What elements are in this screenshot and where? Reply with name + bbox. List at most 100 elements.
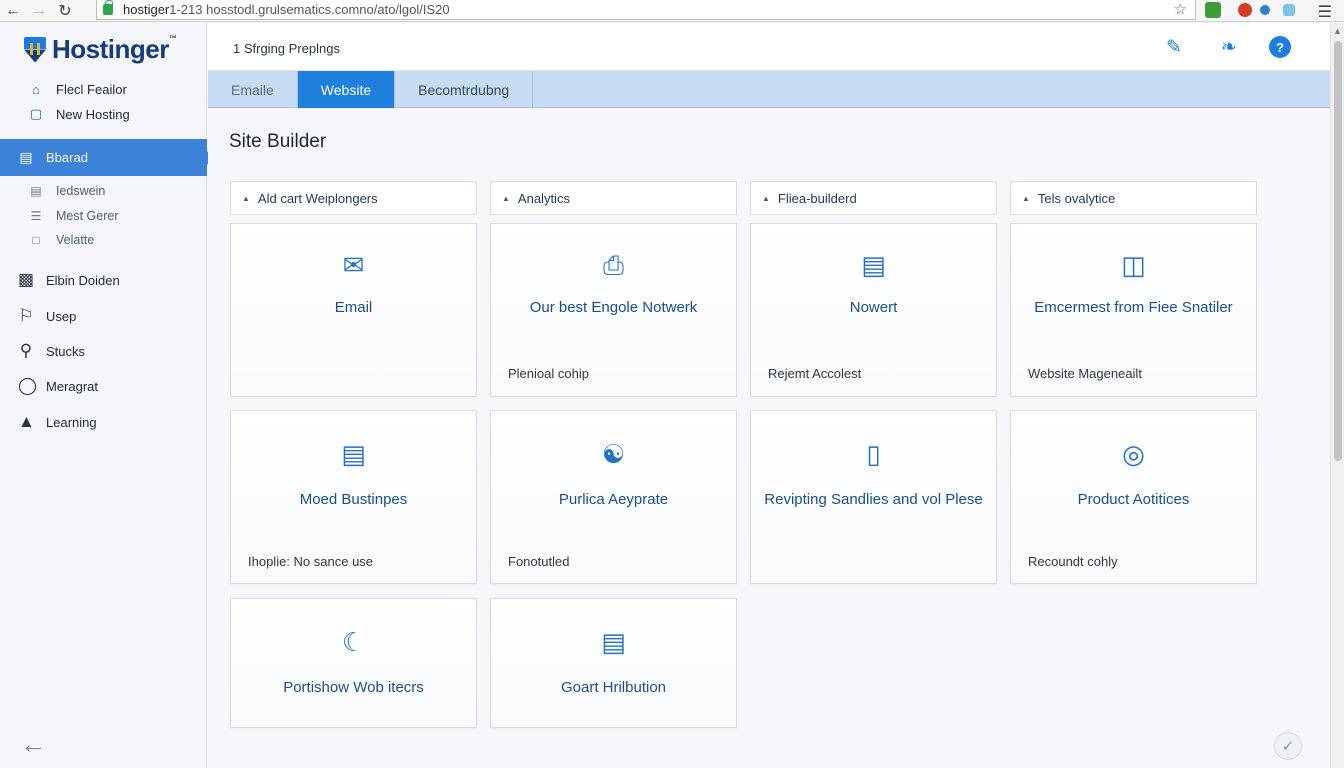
card-title: Moed Bustinpes [299,491,408,508]
sidebar-subitem-iedswein[interactable]: ▤ Iedswein [0,182,207,200]
sidebar-item-label: Flecl Feailor [56,81,127,97]
filter-dropdown[interactable]: ▲ Analytics [490,181,737,215]
globe-icon: ☾ [341,627,366,657]
card-email[interactable]: ✉ Email [230,223,477,397]
sidebar-item-usep[interactable]: ⚐ Usep [0,305,207,327]
sidebar-item-bbarad[interactable]: ▤ Bbarad [0,139,214,176]
card-title: Email [334,299,373,316]
top-header: 1 Sfrging Preplngs ✎ ❧ ? [208,23,1330,71]
card-title: Portishow Wob itecrs [283,679,424,696]
logo-text: Hostinger™ [52,34,177,64]
search-icon: ⚲ [19,341,33,360]
back-arrow-icon[interactable]: ← [0,0,26,22]
sidebar-item-meragrat[interactable]: ◯ Meragrat [0,375,207,397]
sidebar-item-label: Mest Gerer [56,209,119,223]
card-goart-hrilbution[interactable]: ▤ Goart Hrilbution [490,598,737,728]
card-product-aotitices[interactable]: ◎ Product Aotitices Recoundt cohly [1010,410,1257,584]
target-icon: ◎ [1122,439,1145,469]
list-doc-icon: ▤ [601,627,626,657]
card-nowert[interactable]: ▤ Nowert Rejemt Accolest [750,223,997,397]
flag-icon: ⚐ [18,306,34,325]
sidebar-item-label: Elbin Doiden [46,272,120,288]
extension-icon[interactable] [1205,2,1221,18]
filter-label: Tels ovalytice [1037,190,1116,206]
caret-icon: ▲ [502,193,510,203]
check-icon[interactable]: ✓ [1274,732,1302,760]
card-footer: Rejemt Accolest [768,366,862,381]
sidebar-item-label: Stucks [46,343,86,359]
dashboard-icon: ▤ [19,149,33,165]
sidebar-item-stucks[interactable]: ⚲ Stucks [0,340,207,362]
profile-icon[interactable] [1260,5,1270,15]
scroll-up-icon[interactable]: ▲ [1333,26,1342,36]
sidebar-item-label: Learning [46,414,97,430]
puzzle-icon[interactable] [1283,4,1295,16]
card-icon: ▤ [341,439,366,469]
forward-arrow-icon[interactable]: → [26,0,52,22]
caret-icon: ▲ [242,193,250,203]
twitter-icon[interactable]: ❧ [1218,36,1240,58]
tab-emaile[interactable]: Emaile [208,71,298,108]
card-emcermest[interactable]: ◫ Emcermest from Fiee Snatiler Website M… [1010,223,1257,397]
card-moed-bustinpes[interactable]: ▤ Moed Bustinpes Ihoplie: No sance use [230,410,477,584]
card-title: Emcermest from Fiee Snatiler [1034,299,1233,316]
reload-icon[interactable]: ↻ [52,0,78,22]
folder-icon: □ [32,233,40,247]
shield-icon: ◯ [18,376,38,395]
edit-icon[interactable]: ✎ [1163,36,1185,58]
card-footer: Plenioal cohip [508,366,589,381]
card-engole-notwerk[interactable]: ⎙ Our best Engole Notwerk Plenioal cohip [490,223,737,397]
filter-label: Ald cart Weiplongers [257,190,378,206]
sidebar-item-label: Usep [46,308,77,324]
image-icon: ◫ [1121,250,1146,280]
hostinger-logo-icon [24,36,46,63]
tab-website[interactable]: Website [297,71,396,108]
sidebar-item-label: New Hosting [56,106,130,122]
card-purlica-aeyprate[interactable]: ☯ Purlica Aeyprate Fonotutled [490,410,737,584]
filter-dropdown[interactable]: ▲ Ald cart Weiplongers [230,181,477,215]
sidebar-item-elbin-doiden[interactable]: ▩ Elbin Doiden [0,269,207,291]
storage-icon: ▩ [18,270,35,289]
sidebar-item-label: Meragrat [46,378,99,394]
list-icon: ☰ [30,209,42,223]
filter-dropdown[interactable]: ▲ Fliea-builderd [750,181,997,215]
record-icon[interactable] [1238,3,1252,17]
mail-icon: ✉ [342,250,365,280]
sidebar-item-label: Bbarad [46,150,88,165]
breadcrumb: 1 Sfrging Preplngs [233,41,340,56]
network-icon: ☯ [601,439,626,469]
sidebar-subitem-velatte[interactable]: □ Velatte [0,231,207,249]
tab-becomtrdubng[interactable]: Becomtrdubng [395,71,534,108]
phone-icon: ▯ [866,439,881,469]
collapse-arrow-icon[interactable]: ← [20,729,46,760]
address-bar[interactable]: hostiger 1-213 hosstodl.grulsematics.com… [96,0,1196,20]
lock-icon: ▲ [18,412,35,431]
caret-icon: ▲ [762,193,770,203]
sidebar-item-flecl-feailor[interactable]: ⌂ Flecl Feailor [0,79,207,99]
sidebar-item-label: Iedswein [56,184,106,198]
card-title: Product Aotitices [1077,491,1190,508]
server-icon: ▤ [30,184,42,198]
filter-dropdown[interactable]: ▲ Tels ovalytice [1010,181,1257,215]
sidebar-subitem-mest-gerer[interactable]: ☰ Mest Gerer [0,207,207,225]
card-title: Our best Engole Notwerk [529,299,698,316]
help-icon[interactable]: ? [1269,36,1291,58]
url-path: 1-213 hosstodl.grulsematics.comno/ato/lg… [169,2,450,17]
filter-label: Fliea-builderd [777,190,857,206]
logo[interactable]: Hostinger™ [24,34,177,65]
home-icon: ⌂ [32,81,40,97]
sidebar-item-learning[interactable]: ▲ Learning [0,411,207,433]
caret-icon: ▲ [1022,193,1030,203]
card-title: Goart Hrilbution [560,679,667,696]
card-portishow[interactable]: ☾ Portishow Wob itecrs [230,598,477,728]
card-revipting-sandlies[interactable]: ▯ Revipting Sandlies and vol Plese [750,410,997,584]
scrollbar[interactable]: ▲ [1330,23,1344,768]
window-icon: ▢ [29,106,43,121]
page-title: Site Builder [229,131,327,152]
card-footer: Ihoplie: No sance use [248,554,374,569]
star-icon[interactable]: ☆ [1174,0,1187,18]
scroll-thumb[interactable] [1334,41,1342,461]
menu-icon[interactable]: ☰ [1318,2,1332,22]
card-title: Purlica Aeyprate [558,491,669,508]
sidebar-item-new-hosting[interactable]: ▢ New Hosting [0,104,207,124]
